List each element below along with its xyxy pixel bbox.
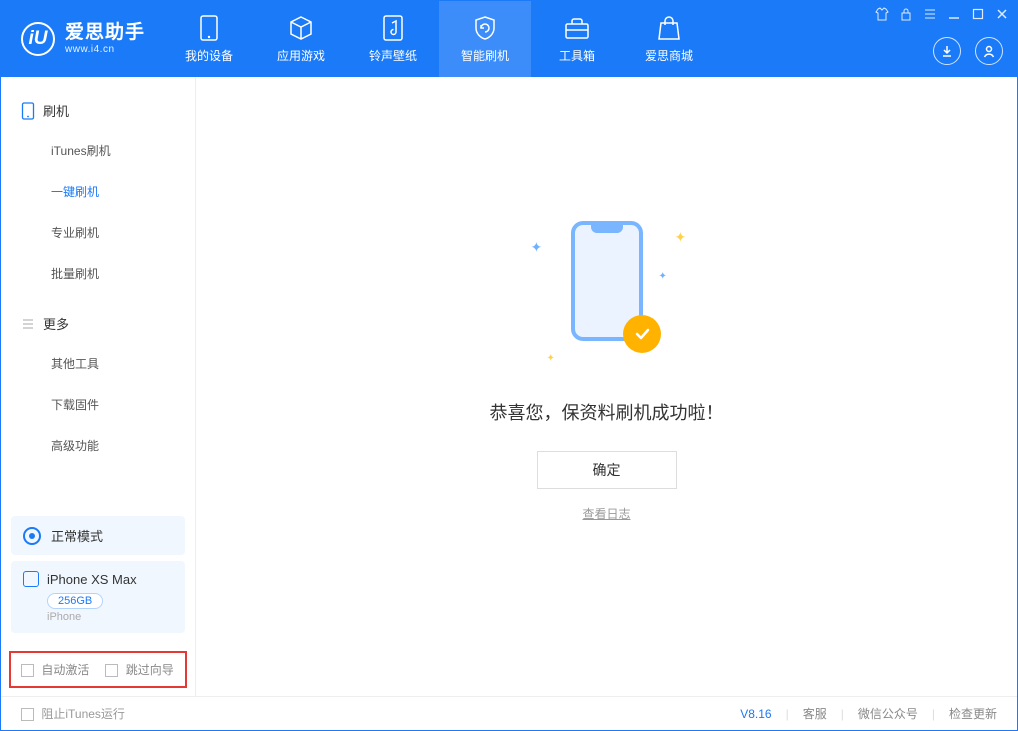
sidebar-more-list: 其他工具 下载固件 高级功能	[1, 343, 195, 466]
sparkle-icon: ✦	[547, 353, 557, 363]
check-badge-icon	[623, 315, 661, 353]
main-content: ✦ ✦ ✦ ✦ 恭喜您，保资料刷机成功啦！ 确定 查看日志	[196, 77, 1017, 696]
logo-text: 爱思助手 www.i4.cn	[65, 23, 145, 55]
ok-button[interactable]: 确定	[537, 451, 677, 489]
checkbox-label: 跳过向导	[126, 663, 174, 677]
success-illustration: ✦ ✦ ✦ ✦	[517, 211, 697, 371]
version-label: V8.16	[740, 707, 771, 721]
tab-ringtone-wallpaper[interactable]: 铃声壁纸	[347, 1, 439, 77]
checkbox-label: 自动激活	[41, 663, 89, 677]
app-title: 爱思助手	[65, 23, 145, 44]
app-logo-icon: iU	[21, 22, 55, 56]
support-link[interactable]: 客服	[803, 705, 827, 722]
checkbox-icon	[21, 708, 34, 721]
shield-refresh-icon	[472, 15, 498, 41]
tab-smart-flash[interactable]: 智能刷机	[439, 1, 531, 77]
tab-label: 铃声壁纸	[369, 47, 417, 64]
sidebar-item-download-firmware[interactable]: 下载固件	[1, 384, 195, 425]
device-small-icon	[23, 571, 39, 587]
nav-tabs: 我的设备 应用游戏 铃声壁纸 智能刷机	[163, 1, 715, 77]
lock-icon[interactable]	[899, 7, 913, 21]
music-file-icon	[380, 15, 406, 41]
tab-label: 工具箱	[559, 47, 595, 64]
app-subtitle: www.i4.cn	[65, 44, 145, 55]
auto-activate-checkbox[interactable]: 自动激活	[21, 661, 89, 678]
body: 刷机 iTunes刷机 一键刷机 专业刷机 批量刷机 更多 其他工具 下载固件 …	[1, 77, 1017, 696]
minimize-icon[interactable]	[947, 7, 961, 21]
divider: |	[786, 707, 789, 721]
tab-label: 智能刷机	[461, 47, 509, 64]
sidebar-item-oneclick-flash[interactable]: 一键刷机	[1, 171, 195, 212]
footer-right: V8.16 | 客服 | 微信公众号 | 检查更新	[740, 705, 997, 722]
download-icon[interactable]	[933, 37, 961, 65]
device-icon	[196, 15, 222, 41]
sidebar-section-more: 更多	[1, 304, 195, 343]
wechat-link[interactable]: 微信公众号	[858, 705, 918, 722]
tab-label: 我的设备	[185, 47, 233, 64]
phone-outline-icon	[21, 102, 35, 120]
section-label: 刷机	[43, 101, 69, 120]
notch-icon	[591, 225, 623, 233]
view-log-link[interactable]: 查看日志	[582, 505, 630, 522]
app-window: iU 爱思助手 www.i4.cn 我的设备 应用游戏	[0, 0, 1018, 731]
logo-area: iU 爱思助手 www.i4.cn	[1, 1, 163, 77]
check-update-link[interactable]: 检查更新	[949, 705, 997, 722]
header-actions	[933, 37, 1003, 65]
sparkle-icon: ✦	[659, 271, 669, 281]
tab-my-device[interactable]: 我的设备	[163, 1, 255, 77]
sidebar-flash-list: iTunes刷机 一键刷机 专业刷机 批量刷机	[1, 130, 195, 294]
tab-apps-games[interactable]: 应用游戏	[255, 1, 347, 77]
divider: |	[932, 707, 935, 721]
device-name-row: iPhone XS Max	[23, 571, 173, 587]
flash-options-highlighted: 自动激活 跳过向导	[9, 651, 187, 688]
shirt-icon[interactable]	[875, 7, 889, 21]
toolbox-icon	[564, 15, 590, 41]
sparkle-icon: ✦	[531, 239, 541, 249]
header: iU 爱思助手 www.i4.cn 我的设备 应用游戏	[1, 1, 1017, 77]
device-status-card[interactable]: 正常模式	[11, 516, 185, 555]
sidebar: 刷机 iTunes刷机 一键刷机 专业刷机 批量刷机 更多 其他工具 下载固件 …	[1, 77, 196, 696]
maximize-icon[interactable]	[971, 7, 985, 21]
cube-icon	[288, 15, 314, 41]
close-icon[interactable]	[995, 7, 1009, 21]
tab-store[interactable]: 爱思商城	[623, 1, 715, 77]
shopping-bag-icon	[656, 15, 682, 41]
checkbox-icon	[105, 664, 118, 677]
menu-icon[interactable]	[923, 7, 937, 21]
device-type: iPhone	[47, 611, 173, 623]
user-icon[interactable]	[975, 37, 1003, 65]
checkbox-label: 阻止iTunes运行	[41, 707, 125, 721]
tab-label: 应用游戏	[277, 47, 325, 64]
divider: |	[841, 707, 844, 721]
device-card[interactable]: iPhone XS Max 256GB iPhone	[11, 561, 185, 633]
tab-label: 爱思商城	[645, 47, 693, 64]
window-controls	[875, 7, 1009, 21]
footer: 阻止iTunes运行 V8.16 | 客服 | 微信公众号 | 检查更新	[1, 696, 1017, 730]
device-panel: 正常模式 iPhone XS Max 256GB iPhone	[11, 516, 185, 633]
tab-toolbox[interactable]: 工具箱	[531, 1, 623, 77]
sidebar-item-batch-flash[interactable]: 批量刷机	[1, 253, 195, 294]
section-label: 更多	[43, 314, 69, 333]
list-icon	[21, 317, 35, 331]
sidebar-item-itunes-flash[interactable]: iTunes刷机	[1, 130, 195, 171]
status-label: 正常模式	[51, 526, 103, 545]
device-name: iPhone XS Max	[47, 572, 137, 587]
footer-left: 阻止iTunes运行	[21, 705, 125, 722]
status-dot-icon	[23, 527, 41, 545]
success-message: 恭喜您，保资料刷机成功啦！	[490, 399, 724, 425]
skip-guide-checkbox[interactable]: 跳过向导	[105, 661, 173, 678]
sparkle-icon: ✦	[675, 229, 685, 239]
capacity-badge: 256GB	[47, 593, 103, 609]
sidebar-item-pro-flash[interactable]: 专业刷机	[1, 212, 195, 253]
block-itunes-checkbox[interactable]: 阻止iTunes运行	[21, 705, 125, 722]
sidebar-item-advanced[interactable]: 高级功能	[1, 425, 195, 466]
sidebar-item-other-tools[interactable]: 其他工具	[1, 343, 195, 384]
sidebar-section-flash: 刷机	[1, 91, 195, 130]
checkbox-icon	[21, 664, 34, 677]
